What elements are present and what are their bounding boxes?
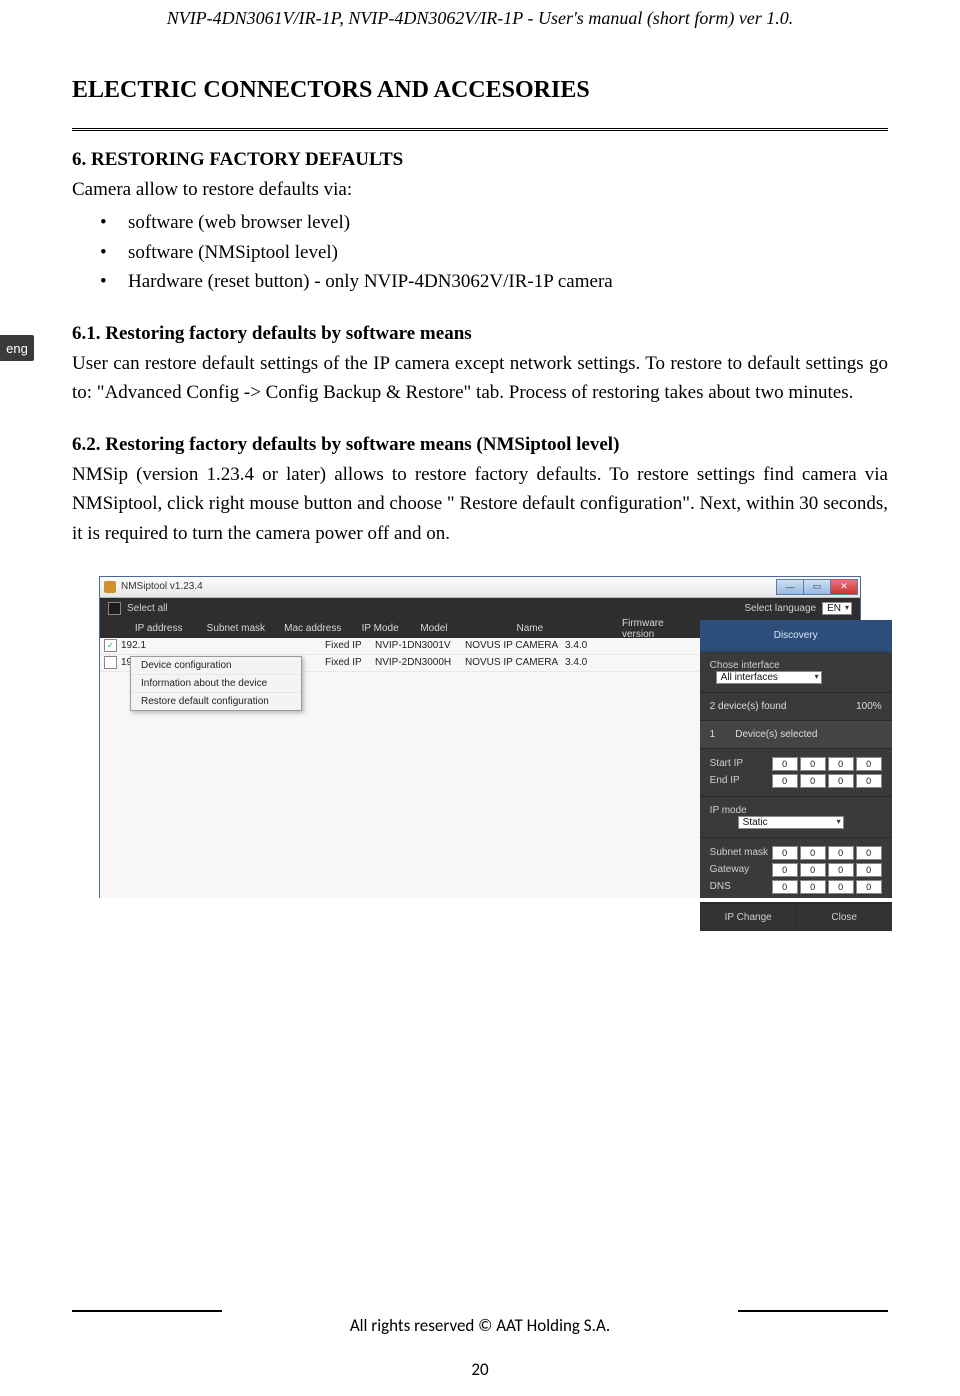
running-head: NVIP-4DN3061V/IR-1P, NVIP-4DN3062V/IR-1P… [72, 0, 888, 29]
start-ip-input[interactable] [772, 757, 882, 771]
list-item: Hardware (reset button) - only NVIP-4DN3… [72, 267, 888, 296]
ctx-device-config[interactable]: Device configuration [131, 657, 301, 675]
device-list-header: IP address Subnet mask Mac address IP Mo… [100, 620, 700, 638]
nmsiptool-window: NMSiptool v1.23.4 — ▭ ✕ Select all Selec… [99, 576, 861, 898]
cell-name: NOVUS IP CAMERA [465, 657, 565, 668]
paragraph: NMSip (version 1.23.4 or later) allows t… [72, 460, 888, 548]
cell-fw: 3.4.0 [565, 657, 587, 668]
context-menu[interactable]: Device configuration Information about t… [130, 656, 302, 711]
paragraph: Camera allow to restore defaults via: [72, 175, 888, 204]
devices-found-label: 2 device(s) found [710, 701, 787, 712]
cell-mode: Fixed IP [325, 657, 375, 668]
discovery-button[interactable]: Discovery [700, 620, 892, 652]
heading-6-1: 6.1. Restoring factory defaults by softw… [72, 323, 888, 345]
close-panel-button[interactable]: Close [796, 904, 892, 931]
bullet-list: software (web browser level) software (N… [72, 208, 888, 296]
heading-6-2: 6.2. Restoring factory defaults by softw… [72, 434, 888, 456]
row-checkbox[interactable] [104, 639, 117, 652]
toolbar: Select all Select language EN [100, 598, 860, 620]
col-mac: Mac address [278, 623, 355, 634]
window-titlebar[interactable]: NMSiptool v1.23.4 — ▭ ✕ [100, 577, 860, 598]
double-rule [72, 128, 888, 131]
window-title: NMSiptool v1.23.4 [121, 581, 203, 592]
copyright: All rights reserved © AAT Holding S.A. [0, 1315, 960, 1336]
select-all-label: Select all [127, 603, 168, 614]
start-ip-label: Start IP [710, 758, 772, 769]
subnet-label: Subnet mask [710, 847, 772, 858]
minimize-button[interactable]: — [776, 579, 804, 595]
ip-change-button[interactable]: IP Change [700, 904, 796, 931]
language-tab: eng [0, 335, 34, 361]
dns-input[interactable] [772, 880, 882, 894]
ctx-device-info[interactable]: Information about the device [131, 675, 301, 693]
dns-label: DNS [710, 881, 772, 892]
col-fw: Firmware version [616, 618, 700, 640]
table-row[interactable]: 192.1 Fixed IP NVIP-1DN3001V NOVUS IP CA… [100, 638, 700, 655]
list-item: software (NMSiptool level) [72, 238, 888, 267]
end-ip-input[interactable] [772, 774, 882, 788]
app-icon [104, 581, 116, 593]
col-name: Name [510, 623, 616, 634]
language-select[interactable]: EN [822, 602, 852, 615]
section-title: ELECTRIC CONNECTORS AND ACCESORIES [72, 77, 888, 104]
cell-model: NVIP-1DN3001V [375, 640, 465, 651]
cell-mode: Fixed IP [325, 640, 375, 651]
heading-6: 6. RESTORING FACTORY DEFAULTS [72, 149, 888, 171]
devices-found-pct: 100% [856, 701, 882, 712]
interface-select[interactable]: All interfaces [716, 671, 822, 684]
cell-fw: 3.4.0 [565, 640, 587, 651]
gateway-label: Gateway [710, 864, 772, 875]
cell-name: NOVUS IP CAMERA [465, 640, 565, 651]
end-ip-label: End IP [710, 775, 772, 786]
subnet-input[interactable] [772, 846, 882, 860]
cell-model: NVIP-2DN3000H [375, 657, 465, 668]
maximize-button[interactable]: ▭ [803, 579, 831, 595]
chose-interface-label: Chose interface [710, 660, 780, 671]
col-subnet: Subnet mask [201, 623, 278, 634]
page-number: 20 [0, 1359, 960, 1380]
col-model: Model [414, 623, 510, 634]
ip-mode-select[interactable]: Static [738, 816, 844, 829]
close-button[interactable]: ✕ [830, 579, 858, 595]
select-language-label: Select language [744, 603, 816, 614]
select-all-checkbox[interactable] [108, 602, 121, 615]
paragraph: User can restore default settings of the… [72, 349, 888, 408]
col-ip: IP address [129, 623, 201, 634]
selected-label: Device(s) selected [735, 729, 817, 740]
list-item: software (web browser level) [72, 208, 888, 237]
footer-rules [72, 1310, 888, 1312]
gateway-input[interactable] [772, 863, 882, 877]
device-list: IP address Subnet mask Mac address IP Mo… [100, 620, 700, 898]
ip-mode-label: IP mode [710, 805, 747, 816]
selected-count: 1 [710, 729, 716, 740]
cell-ip: 192.1 [121, 640, 185, 651]
col-ipmode: IP Mode [356, 623, 415, 634]
ctx-restore-defaults[interactable]: Restore default configuration [131, 693, 301, 710]
row-checkbox[interactable] [104, 656, 117, 669]
side-panel: Discovery Chose interface All interfaces… [700, 620, 892, 898]
